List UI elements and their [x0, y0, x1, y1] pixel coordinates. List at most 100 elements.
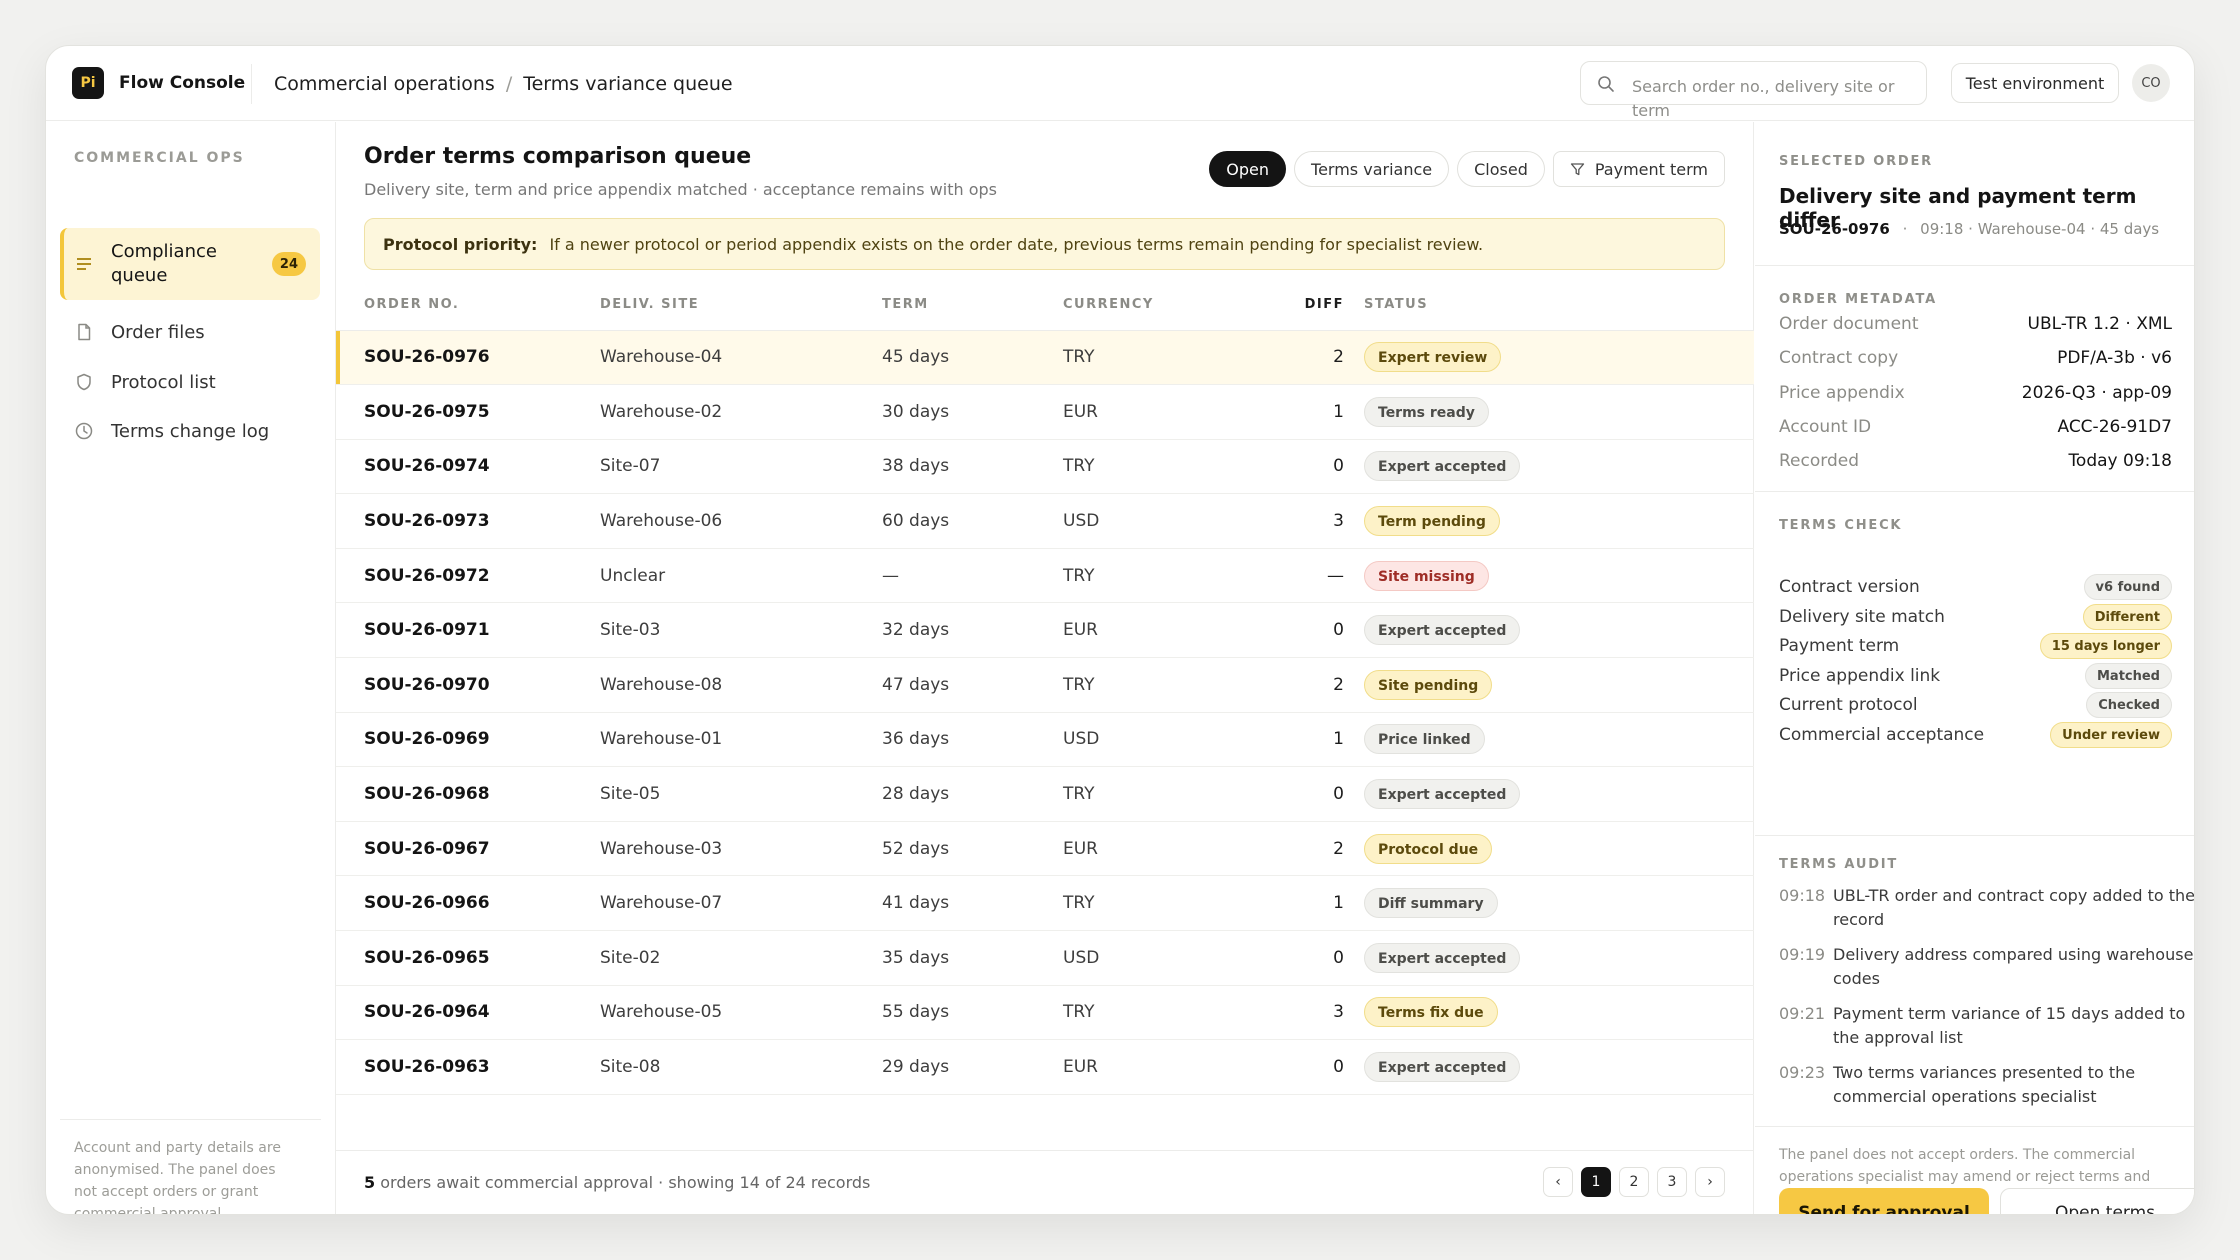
terms-check-row: Payment term 15 days longer	[1779, 631, 2172, 661]
column-header-delivery-site[interactable]: DELIV. SITE	[600, 280, 882, 331]
status-cell: Expert accepted	[1364, 602, 1754, 659]
filter-terms-variance[interactable]: Terms variance	[1294, 151, 1450, 187]
filter-payment-term[interactable]: Payment term	[1552, 151, 1725, 187]
currency-cell: EUR	[1063, 1039, 1270, 1095]
column-header-currency[interactable]: CURRENCY	[1063, 280, 1270, 331]
audit-time: 09:21	[1779, 1004, 1826, 1023]
table-row[interactable]: SOU-26-0969 Warehouse-01 36 days USD 1 Price …	[336, 712, 1754, 768]
status-badge: Term pending	[1364, 506, 1500, 537]
breadcrumb-item-commercial-operations[interactable]: Commercial operations	[274, 73, 495, 95]
terms-check-row: Current protocol Checked	[1779, 690, 2172, 720]
sidebar-item-compliance-queue[interactable]: Compliance queue 24	[60, 228, 320, 300]
table-row[interactable]: SOU-26-0972 Unclear — TRY — Site missing	[336, 548, 1754, 604]
status-cell: Expert accepted	[1364, 1039, 1754, 1095]
table-row[interactable]: SOU-26-0974 Site-07 38 days TRY 0 Expert acce…	[336, 439, 1754, 495]
table-footer: 5 orders await commercial approval · sho…	[336, 1150, 1753, 1214]
status-cell: Site missing	[1364, 548, 1754, 604]
order-number-cell: SOU-26-0975	[336, 384, 600, 440]
diff-cell: 0	[1270, 1039, 1364, 1095]
table-row[interactable]: SOU-26-0963 Site-08 29 days EUR 0 Expert acce…	[336, 1039, 1754, 1095]
metadata-key: Account ID	[1779, 417, 1872, 437]
sidebar-item-terms-change-log[interactable]: Terms change log	[60, 416, 320, 446]
delivery-site-cell: Site-07	[600, 439, 882, 495]
audit-entry: 09:18 UBL-TR order and contract copy add…	[1779, 884, 2195, 932]
term-cell: 60 days	[882, 493, 1063, 549]
table-row[interactable]: SOU-26-0968 Site-05 28 days TRY 0 Expert acce…	[336, 766, 1754, 822]
pagination: ‹ 1 2 3 ›	[1535, 1167, 1725, 1197]
status-badge: Terms ready	[1364, 396, 1489, 427]
page-button-2[interactable]: 2	[1619, 1167, 1649, 1197]
table-row[interactable]: SOU-26-0967 Warehouse-03 52 days EUR 2 Protoc…	[336, 821, 1754, 877]
prev-page-button[interactable]: ‹	[1543, 1167, 1573, 1197]
environment-button[interactable]: Test environment	[1951, 63, 2119, 103]
currency-cell: TRY	[1063, 548, 1270, 604]
order-number-cell: SOU-26-0970	[336, 657, 600, 713]
orders-table-body: SOU-26-0976 Warehouse-04 45 days TRY 2 Expert…	[336, 330, 1754, 1095]
status-cell: Expert accepted	[1364, 766, 1754, 822]
filter-open[interactable]: Open	[1209, 151, 1287, 187]
header-divider	[251, 64, 252, 104]
column-header-diff[interactable]: DIFF	[1270, 280, 1364, 331]
breadcrumb-separator: /	[505, 73, 513, 95]
check-label: Payment term	[1779, 636, 1900, 656]
status-badge: Price linked	[1364, 724, 1485, 755]
table-row[interactable]: SOU-26-0970 Warehouse-08 47 days TRY 2 Site p…	[336, 657, 1754, 713]
diff-cell: 1	[1270, 712, 1364, 768]
list-icon	[77, 258, 91, 270]
pending-text: orders await commercial approval · showi…	[380, 1173, 871, 1192]
audit-message: UBL-TR order and contract copy added to …	[1833, 886, 2195, 929]
sidebar: COMMERCIAL OPS Compliance queue 24 Order…	[46, 122, 336, 1214]
term-cell: 29 days	[882, 1039, 1063, 1095]
order-number-cell: SOU-26-0972	[336, 548, 600, 604]
check-label: Contract version	[1779, 577, 1920, 597]
page-button-3[interactable]: 3	[1657, 1167, 1687, 1197]
brand[interactable]: Pi Flow Console	[72, 67, 245, 99]
open-terms-button[interactable]: Open terms	[2000, 1188, 2194, 1214]
table-row[interactable]: SOU-26-0971 Site-03 32 days EUR 0 Expert acce…	[336, 602, 1754, 659]
table-row[interactable]: SOU-26-0973 Warehouse-06 60 days USD 3 Term p…	[336, 493, 1754, 549]
page-button-1[interactable]: 1	[1581, 1167, 1611, 1197]
terms-check-row: Delivery site match Different	[1779, 602, 2172, 632]
order-number-cell: SOU-26-0969	[336, 712, 600, 768]
sidebar-item-label: Terms change log	[111, 420, 270, 442]
audit-message: Delivery address compared using warehous…	[1833, 945, 2194, 988]
sidebar-item-protocol-list[interactable]: Protocol list	[60, 367, 320, 397]
table-row[interactable]: SOU-26-0965 Site-02 35 days USD 0 Expert acce…	[336, 930, 1754, 986]
check-status-badge: 15 days longer	[2039, 633, 2172, 659]
sidebar-footer-note: Account and party details are anonymised…	[74, 1140, 281, 1215]
avatar[interactable]: CO	[2132, 64, 2170, 102]
table-row[interactable]: SOU-26-0975 Warehouse-02 30 days EUR 1 Terms …	[336, 384, 1754, 440]
metadata-value: Today 09:18	[2068, 451, 2172, 471]
order-detail-panel: SELECTED ORDER Delivery site and payment…	[1755, 122, 2195, 1214]
metadata-row-account-id: Account ID ACC-26-91D7	[1779, 415, 2172, 439]
term-cell: 55 days	[882, 985, 1063, 1041]
status-cell: Protocol due	[1364, 821, 1754, 877]
breadcrumb-item-terms-variance-queue: Terms variance queue	[523, 73, 733, 95]
term-cell: 32 days	[882, 602, 1063, 659]
table-row[interactable]: SOU-26-0964 Warehouse-05 55 days TRY 3 Terms …	[336, 985, 1754, 1041]
delivery-site-cell: Site-05	[600, 766, 882, 822]
currency-cell: TRY	[1063, 657, 1270, 713]
term-cell: 38 days	[882, 439, 1063, 495]
column-header-term[interactable]: TERM	[882, 280, 1063, 331]
currency-cell: USD	[1063, 930, 1270, 986]
delivery-site-cell: Warehouse-04	[600, 330, 882, 386]
send-for-approval-button[interactable]: Send for approval	[1779, 1188, 1989, 1214]
sidebar-item-order-files[interactable]: Order files	[60, 317, 320, 347]
filter-closed[interactable]: Closed	[1457, 151, 1545, 187]
metadata-key: Contract copy	[1779, 348, 1899, 368]
search-input[interactable]: Search order no., delivery site or term	[1580, 61, 1927, 120]
selected-order-meta: SOU-26-0976 · 09:18 · Warehouse-04 · 45 …	[1779, 220, 2159, 238]
table-row[interactable]: SOU-26-0966 Warehouse-07 41 days TRY 1 Diff s…	[336, 875, 1754, 932]
column-header-order-no[interactable]: ORDER NO.	[336, 280, 600, 331]
next-page-button[interactable]: ›	[1695, 1167, 1725, 1197]
status-badge: Expert accepted	[1364, 942, 1521, 973]
column-header-status[interactable]: STATUS	[1364, 280, 1754, 331]
metadata-value: 2026-Q3 · app-09	[2021, 383, 2172, 403]
app-window: Pi Flow Console Commercial operations / …	[45, 45, 2195, 1215]
term-cell: 35 days	[882, 930, 1063, 986]
currency-cell: EUR	[1063, 821, 1270, 877]
metadata-row-recorded: Recorded Today 09:18	[1779, 449, 2172, 473]
audit-time: 09:23	[1779, 1063, 1826, 1082]
table-row[interactable]: SOU-26-0976 Warehouse-04 45 days TRY 2 Expert…	[336, 330, 1754, 386]
